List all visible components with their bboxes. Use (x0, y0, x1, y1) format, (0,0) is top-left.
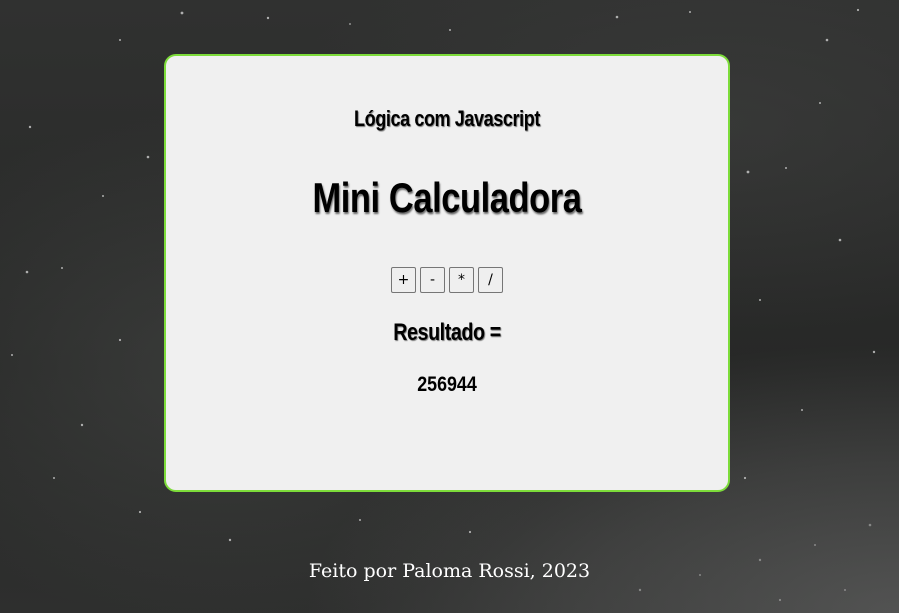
multiply-button[interactable]: * (449, 267, 474, 293)
add-button[interactable]: + (391, 267, 416, 293)
calculator-card: Lógica com Javascript Mini Calculadora +… (164, 54, 730, 492)
result-label: Resultado = (393, 319, 501, 346)
divide-button[interactable]: / (478, 267, 503, 293)
operation-buttons: + - * / (166, 267, 728, 293)
result-value: 256944 (417, 373, 477, 396)
subtitle: Lógica com Javascript (354, 106, 540, 131)
page-title: Mini Calculadora (312, 174, 582, 221)
footer-credit: Feito por Paloma Rossi, 2023 (308, 560, 591, 582)
subtract-button[interactable]: - (420, 267, 445, 293)
